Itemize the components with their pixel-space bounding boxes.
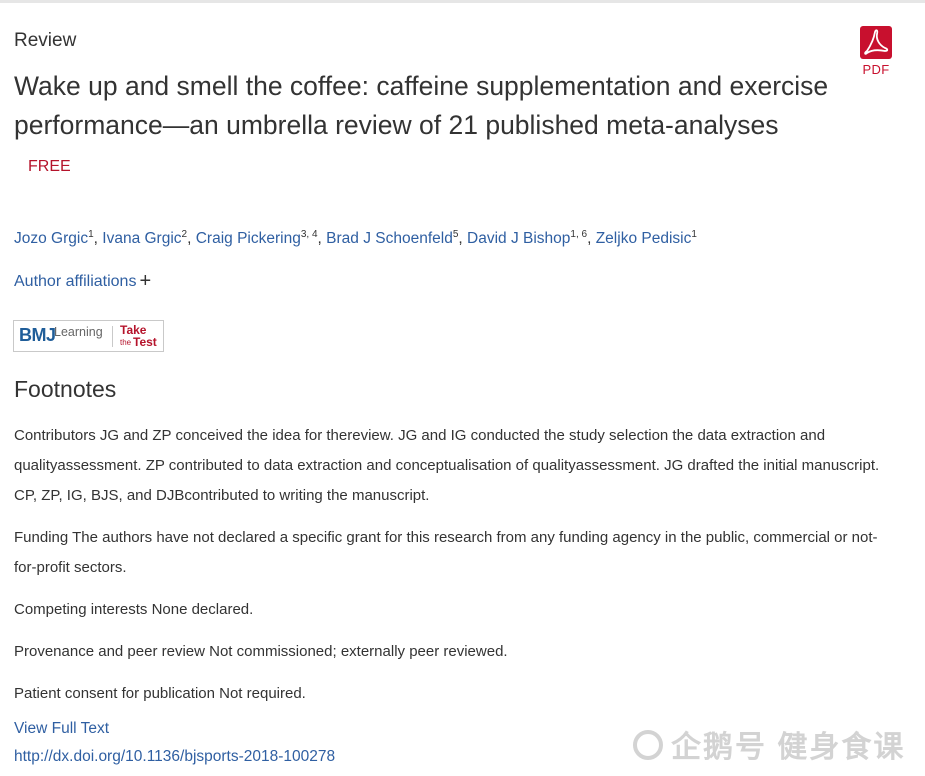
author-affiliation-number: 1 [88, 229, 94, 240]
footnotes-heading: Footnotes [14, 376, 117, 402]
author-affiliation-number: 1 [691, 229, 697, 240]
top-divider [0, 0, 925, 3]
footnote-competing-interests: Competing interests None declared. [14, 601, 254, 618]
bmj-learning-label: Learning [54, 325, 103, 339]
bmj-logo: BMJ [19, 325, 56, 345]
pdf-download-button[interactable]: PDF [857, 26, 895, 78]
plus-icon: + [139, 270, 152, 292]
penguin-logo-icon [633, 730, 663, 760]
author-link[interactable]: Craig Pickering [196, 230, 301, 247]
author-affiliation-number: 3, 4 [300, 229, 318, 240]
author-affiliation-number: 1, 6 [570, 229, 588, 240]
author-link[interactable]: Zeljko Pedisic [596, 230, 692, 247]
watermark: 企鹅号 健身食课 [633, 722, 906, 764]
author-link[interactable]: Jozo Grgic [14, 230, 88, 247]
watermark-text: 企鹅号 健身食课 [671, 731, 906, 764]
footnote-patient-consent: Patient consent for publication Not requ… [14, 685, 306, 702]
author-affiliation-number: 5 [452, 229, 459, 240]
footnote-funding: Funding The authors have not declared a … [14, 529, 878, 576]
article-title: Wake up and smell the coffee: caffeine s… [14, 71, 829, 140]
footnote-contributors: Contributors JG and ZP conceived the ide… [14, 427, 880, 504]
doi-link[interactable]: http://dx.doi.org/10.1136/bjsports-2018-… [14, 748, 335, 766]
pdf-icon [860, 26, 892, 59]
author-link[interactable]: David J Bishop [467, 230, 570, 247]
bmj-learning-take-test-button[interactable]: BMJ Learning Take the Test [13, 320, 164, 352]
author-link[interactable]: Brad J Schoenfeld [326, 230, 453, 247]
author-affiliations-label: Author affiliations [14, 273, 137, 290]
author-link[interactable]: Ivana Grgic [102, 230, 181, 247]
view-full-text-link[interactable]: View Full Text [14, 720, 109, 738]
pdf-label: PDF [862, 62, 890, 77]
free-access-badge: FREE [28, 158, 71, 175]
author-list: Jozo Grgic1, Ivana Grgic2, Craig Pickeri… [14, 229, 697, 248]
footnote-provenance: Provenance and peer review Not commissio… [14, 643, 508, 660]
author-affiliations-toggle[interactable]: Author affiliations + [14, 269, 151, 292]
article-type-label: Review [14, 30, 77, 51]
author-affiliation-number: 2 [181, 229, 188, 240]
test-label: Test [133, 335, 157, 349]
the-label: the [120, 338, 132, 347]
badge-divider [112, 326, 113, 347]
